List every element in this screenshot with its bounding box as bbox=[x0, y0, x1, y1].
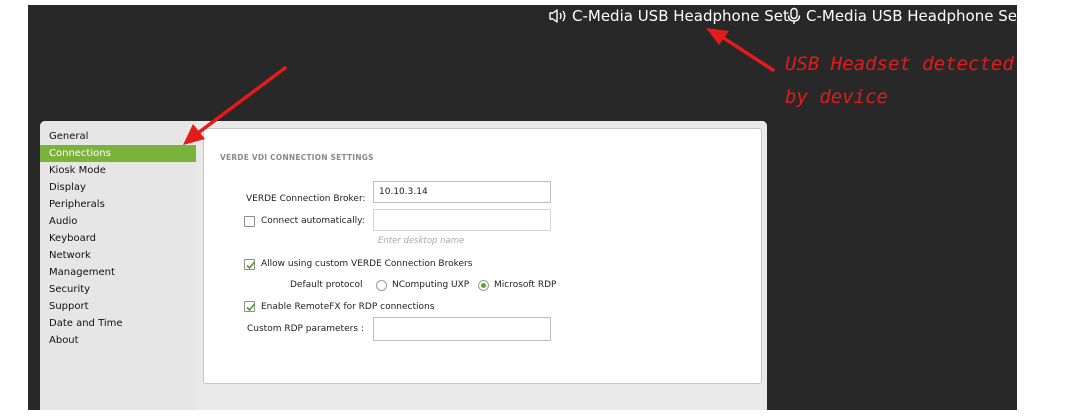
arrow-to-connections bbox=[183, 66, 287, 145]
annotation-arrows bbox=[183, 28, 775, 145]
arrow-to-headset bbox=[706, 28, 775, 72]
